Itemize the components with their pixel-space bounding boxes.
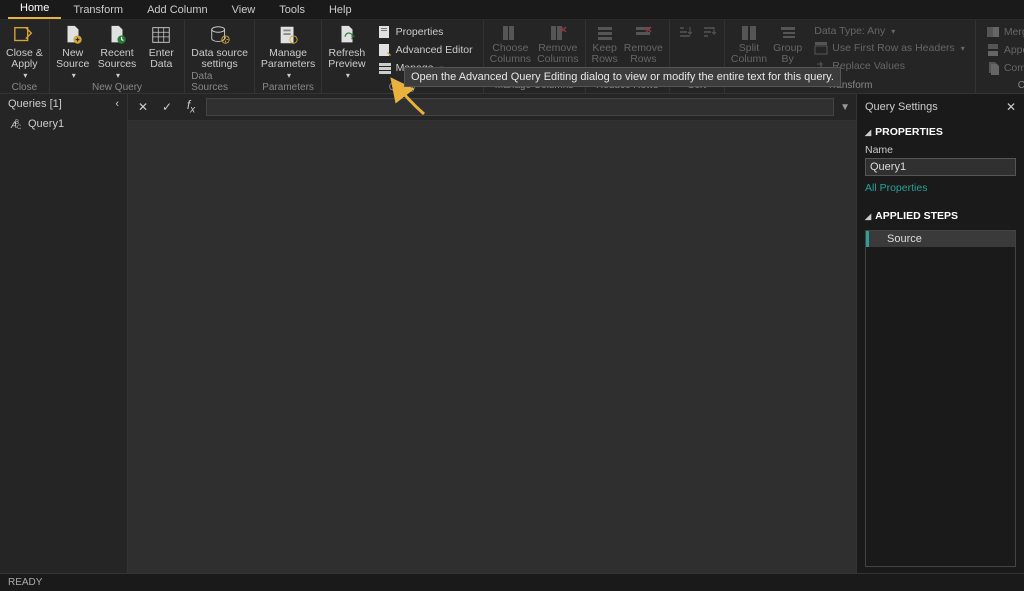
enter-data-icon — [150, 24, 172, 46]
choose-columns-icon — [501, 24, 519, 42]
split-column-icon — [740, 24, 758, 42]
data-source-settings-button[interactable]: Data source settings — [191, 24, 248, 70]
section-applied-steps[interactable]: APPLIED STEPS — [865, 204, 1016, 226]
tab-tools[interactable]: Tools — [267, 1, 317, 19]
merge-queries-button[interactable]: Merge Queries — [982, 24, 1024, 40]
remove-columns-icon — [549, 24, 567, 42]
status-bar: READY — [0, 573, 1024, 591]
refresh-preview-icon — [336, 24, 358, 46]
menu-tabs: Home Transform Add Column View Tools Hel… — [0, 0, 1024, 20]
formula-bar: ✕ ✓ fx ▼ — [128, 94, 856, 121]
advanced-editor-tooltip: Open the Advanced Query Editing dialog t… — [404, 67, 841, 87]
new-source-button[interactable]: New Source — [56, 24, 90, 81]
merge-queries-icon — [986, 25, 1000, 39]
enter-data-button[interactable]: Enter Data — [144, 24, 178, 70]
settings-title: Query Settings — [865, 101, 938, 113]
sort-asc-button[interactable] — [676, 24, 694, 43]
tab-transform[interactable]: Transform — [61, 1, 135, 19]
new-source-icon — [62, 24, 84, 46]
close-apply-button[interactable]: Close & Apply — [6, 24, 43, 81]
group-label-data-sources: Data Sources — [191, 70, 248, 94]
close-apply-icon — [13, 24, 35, 46]
settings-close-button[interactable]: ✕ — [1006, 100, 1016, 114]
tab-view[interactable]: View — [220, 1, 268, 19]
sort-desc-icon — [700, 24, 718, 42]
group-label-close: Close — [12, 81, 38, 94]
formula-expand-button[interactable]: ▼ — [840, 102, 850, 113]
first-row-headers-button[interactable]: Use First Row as Headers — [810, 40, 969, 56]
applied-steps-box: Source — [865, 230, 1016, 567]
append-queries-button[interactable]: Append Queries — [982, 42, 1024, 58]
properties-icon — [378, 25, 392, 39]
main-area: Queries [1] ‹ ABC Query1 ✕ ✓ fx ▼ Query … — [0, 94, 1024, 573]
section-properties[interactable]: PROPERTIES — [865, 120, 1016, 142]
ribbon-group-data-sources: Data source settings Data Sources — [185, 20, 255, 93]
tab-help[interactable]: Help — [317, 1, 364, 19]
advanced-editor-icon — [378, 43, 392, 57]
status-text: READY — [8, 577, 42, 588]
recent-sources-icon — [106, 24, 128, 46]
query-item-1[interactable]: ABC Query1 — [0, 114, 127, 134]
combine-files-icon — [986, 61, 1000, 75]
refresh-preview-button[interactable]: Refresh Preview — [328, 24, 365, 81]
data-source-settings-icon — [209, 24, 231, 46]
query-name-input[interactable] — [865, 158, 1016, 176]
formula-fx-label: fx — [182, 98, 200, 116]
append-queries-icon — [986, 43, 1000, 57]
group-label-combine: Combine — [1018, 79, 1024, 92]
ribbon: Close & Apply Close New Source Recent So… — [0, 20, 1024, 94]
data-type-button[interactable]: Data Type: Any — [810, 24, 969, 38]
remove-rows-icon — [634, 24, 652, 42]
advanced-editor-button[interactable]: Advanced Editor — [374, 42, 477, 58]
keep-rows-icon — [596, 24, 614, 42]
group-by-icon — [779, 24, 797, 42]
queries-collapse-button[interactable]: ‹ — [115, 98, 119, 110]
name-label: Name — [865, 144, 1016, 156]
ribbon-group-close: Close & Apply Close — [0, 20, 50, 93]
tab-add-column[interactable]: Add Column — [135, 1, 220, 19]
formula-cancel-button[interactable]: ✕ — [134, 98, 152, 116]
combine-files-button[interactable]: Combine Files — [982, 60, 1024, 76]
recent-sources-button[interactable]: Recent Sources — [98, 24, 137, 81]
queries-panel: Queries [1] ‹ ABC Query1 — [0, 94, 128, 573]
svg-text:C: C — [17, 125, 22, 130]
manage-parameters-icon — [277, 24, 299, 46]
editor-area: ✕ ✓ fx ▼ — [128, 94, 856, 573]
tab-home[interactable]: Home — [8, 0, 61, 19]
ribbon-group-combine: Merge Queries Append Queries Combine Fil… — [976, 20, 1024, 93]
manage-icon — [378, 61, 392, 75]
sort-asc-icon — [676, 24, 694, 42]
editor-canvas[interactable] — [128, 121, 856, 573]
sort-desc-button[interactable] — [700, 24, 718, 43]
query-item-label: Query1 — [28, 118, 64, 130]
formula-input[interactable] — [206, 98, 834, 116]
group-label-parameters: Parameters — [262, 81, 314, 94]
manage-parameters-button[interactable]: Manage Parameters — [261, 24, 315, 81]
step-source[interactable]: Source — [866, 231, 1015, 247]
query-icon: ABC — [10, 118, 22, 130]
first-row-headers-icon — [814, 41, 828, 55]
formula-commit-button[interactable]: ✓ — [158, 98, 176, 116]
all-properties-link[interactable]: All Properties — [865, 182, 1016, 194]
ribbon-group-parameters: Manage Parameters Parameters — [255, 20, 322, 93]
group-label-new-query: New Query — [92, 81, 142, 94]
query-settings-panel: Query Settings ✕ PROPERTIES Name All Pro… — [856, 94, 1024, 573]
queries-title: Queries [1] — [8, 98, 62, 110]
properties-button[interactable]: Properties — [374, 24, 477, 40]
ribbon-group-new-query: New Source Recent Sources Enter Data New… — [50, 20, 186, 93]
